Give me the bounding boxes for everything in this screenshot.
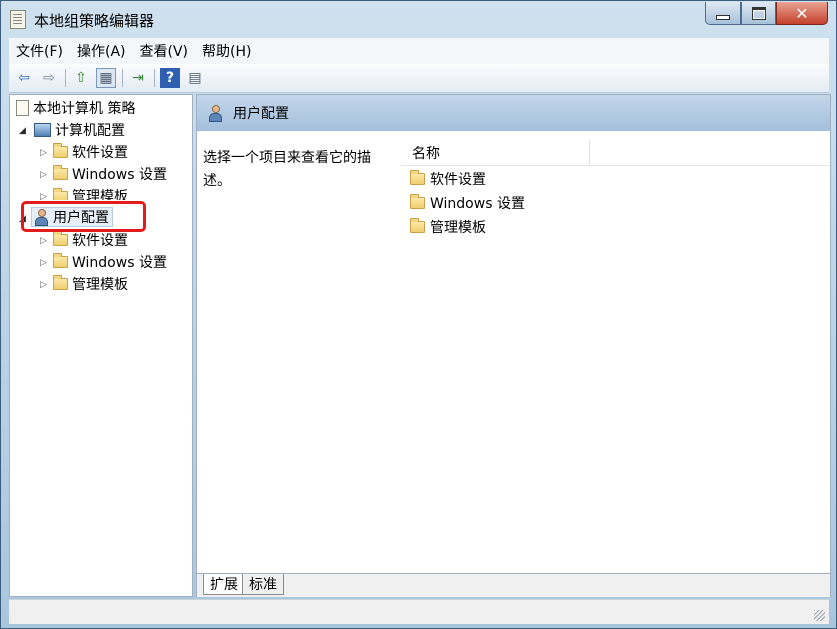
folder-icon bbox=[53, 143, 68, 158]
column-header-empty bbox=[590, 141, 830, 166]
toolbar-separator bbox=[122, 69, 123, 87]
tree-item-label: Windows 设置 bbox=[72, 255, 167, 271]
selected-node: 用户配置 bbox=[31, 207, 113, 227]
tree-item-label: 计算机配置 bbox=[55, 123, 125, 139]
tree-item-computer-admin[interactable]: 管理模板 bbox=[53, 186, 128, 200]
folder-icon bbox=[53, 275, 68, 290]
main-window: 本地组策略编辑器 ✕ 文件(F) 操作(A) 查看(V) 帮助(H) ⇦ ⇨ ⇧… bbox=[0, 0, 837, 629]
toolbar-separator bbox=[65, 69, 66, 87]
list-item[interactable]: Windows 设置 bbox=[410, 192, 525, 214]
menu-action[interactable]: 操作(A) bbox=[70, 41, 133, 61]
list-item-label: Windows 设置 bbox=[430, 196, 525, 212]
tree-item-label: 用户配置 bbox=[53, 210, 109, 226]
tree-pane: 本地计算机 策略 ◢ 计算机配置 ▷ 软件设置 ▷ Windows 设置 ▷ 管… bbox=[9, 94, 193, 597]
maximize-button[interactable] bbox=[741, 2, 776, 25]
menu-bar: 文件(F) 操作(A) 查看(V) 帮助(H) bbox=[9, 38, 829, 64]
minimize-icon bbox=[716, 14, 730, 20]
folder-icon bbox=[53, 188, 68, 200]
tree-item-user-software[interactable]: 软件设置 bbox=[53, 230, 128, 250]
minimize-button[interactable] bbox=[705, 2, 741, 25]
tree-item-computer-config[interactable]: 计算机配置 bbox=[34, 120, 125, 140]
user-config-icon bbox=[207, 105, 223, 122]
close-button[interactable]: ✕ bbox=[776, 2, 828, 25]
export-list-icon[interactable]: ⇥ bbox=[128, 68, 148, 88]
description-text: 选择一个项目来查看它的描述。 bbox=[203, 150, 371, 189]
folder-icon bbox=[53, 165, 68, 180]
up-folder-icon[interactable]: ⇧ bbox=[71, 68, 91, 88]
tree-root-label: 本地计算机 策略 bbox=[33, 101, 136, 117]
item-list: 名称 软件设置 Windows 设置 管理模板 bbox=[401, 135, 830, 568]
details-pane: 用户配置 选择一个项目来查看它的描述。 名称 软件设置 Windows 设置 管… bbox=[196, 94, 831, 597]
tree-item-user-windows[interactable]: Windows 设置 bbox=[53, 252, 167, 272]
properties-icon[interactable]: ▤ bbox=[185, 68, 205, 88]
expand-arrow-icon[interactable]: ◢ bbox=[19, 214, 26, 224]
tree-root[interactable]: 本地计算机 策略 bbox=[16, 98, 135, 118]
tree-item-label: 管理模板 bbox=[72, 277, 128, 293]
maximize-icon bbox=[751, 6, 766, 20]
list-item-label: 软件设置 bbox=[430, 172, 486, 188]
folder-icon bbox=[53, 253, 68, 268]
tree-item-label: 软件设置 bbox=[72, 233, 128, 249]
folder-icon bbox=[410, 218, 425, 233]
folder-icon bbox=[410, 194, 425, 209]
details-title: 用户配置 bbox=[233, 106, 289, 122]
tree-item-user-admin[interactable]: 管理模板 bbox=[53, 274, 128, 294]
menu-file[interactable]: 文件(F) bbox=[9, 41, 70, 61]
collapse-arrow-icon[interactable]: ▷ bbox=[40, 148, 47, 158]
close-icon: ✕ bbox=[795, 3, 809, 23]
view-tabs: 扩展 标准 bbox=[197, 573, 830, 597]
collapse-arrow-icon[interactable]: ▷ bbox=[40, 192, 47, 202]
tree-item-label: 软件设置 bbox=[72, 145, 128, 161]
help-icon[interactable]: ? bbox=[160, 68, 180, 88]
forward-arrow-icon[interactable]: ⇨ bbox=[39, 68, 59, 88]
user-config-icon bbox=[33, 209, 49, 226]
tree-item-computer-windows[interactable]: Windows 设置 bbox=[53, 164, 167, 184]
expand-arrow-icon[interactable]: ◢ bbox=[19, 126, 26, 136]
list-item[interactable]: 管理模板 bbox=[410, 216, 486, 238]
show-hide-tree-icon[interactable]: ▦ bbox=[96, 68, 116, 88]
tab-extended[interactable]: 扩展 bbox=[203, 574, 245, 595]
column-header-name[interactable]: 名称 bbox=[401, 141, 590, 166]
tree-item-user-config[interactable]: 用户配置 bbox=[31, 207, 113, 227]
tree-item-label: Windows 设置 bbox=[72, 167, 167, 183]
resize-grip[interactable] bbox=[814, 610, 825, 621]
folder-icon bbox=[53, 231, 68, 246]
collapse-arrow-icon[interactable]: ▷ bbox=[40, 170, 47, 180]
app-icon bbox=[10, 10, 26, 29]
list-item-label: 管理模板 bbox=[430, 220, 486, 236]
collapse-arrow-icon[interactable]: ▷ bbox=[40, 236, 47, 246]
window-title: 本地组策略编辑器 bbox=[34, 12, 155, 30]
tab-standard[interactable]: 标准 bbox=[242, 574, 284, 595]
policy-document-icon bbox=[16, 100, 29, 116]
list-item[interactable]: 软件设置 bbox=[410, 168, 486, 190]
folder-icon bbox=[410, 170, 425, 185]
menu-help[interactable]: 帮助(H) bbox=[195, 41, 258, 61]
column-header-label: 名称 bbox=[412, 146, 440, 162]
collapse-arrow-icon[interactable]: ▷ bbox=[40, 258, 47, 268]
back-arrow-icon[interactable]: ⇦ bbox=[14, 68, 34, 88]
toolbar: ⇦ ⇨ ⇧ ▦ ⇥ ? ▤ bbox=[9, 64, 829, 93]
status-bar bbox=[9, 599, 829, 624]
computer-icon bbox=[34, 123, 51, 137]
collapse-arrow-icon[interactable]: ▷ bbox=[40, 280, 47, 290]
tree-item-label: 管理模板 bbox=[72, 189, 128, 200]
toolbar-separator bbox=[154, 69, 155, 87]
details-header: 用户配置 bbox=[197, 95, 830, 131]
menu-view[interactable]: 查看(V) bbox=[133, 41, 196, 61]
title-bar[interactable]: 本地组策略编辑器 ✕ bbox=[1, 1, 836, 37]
tree-item-computer-software[interactable]: 软件设置 bbox=[53, 142, 128, 162]
